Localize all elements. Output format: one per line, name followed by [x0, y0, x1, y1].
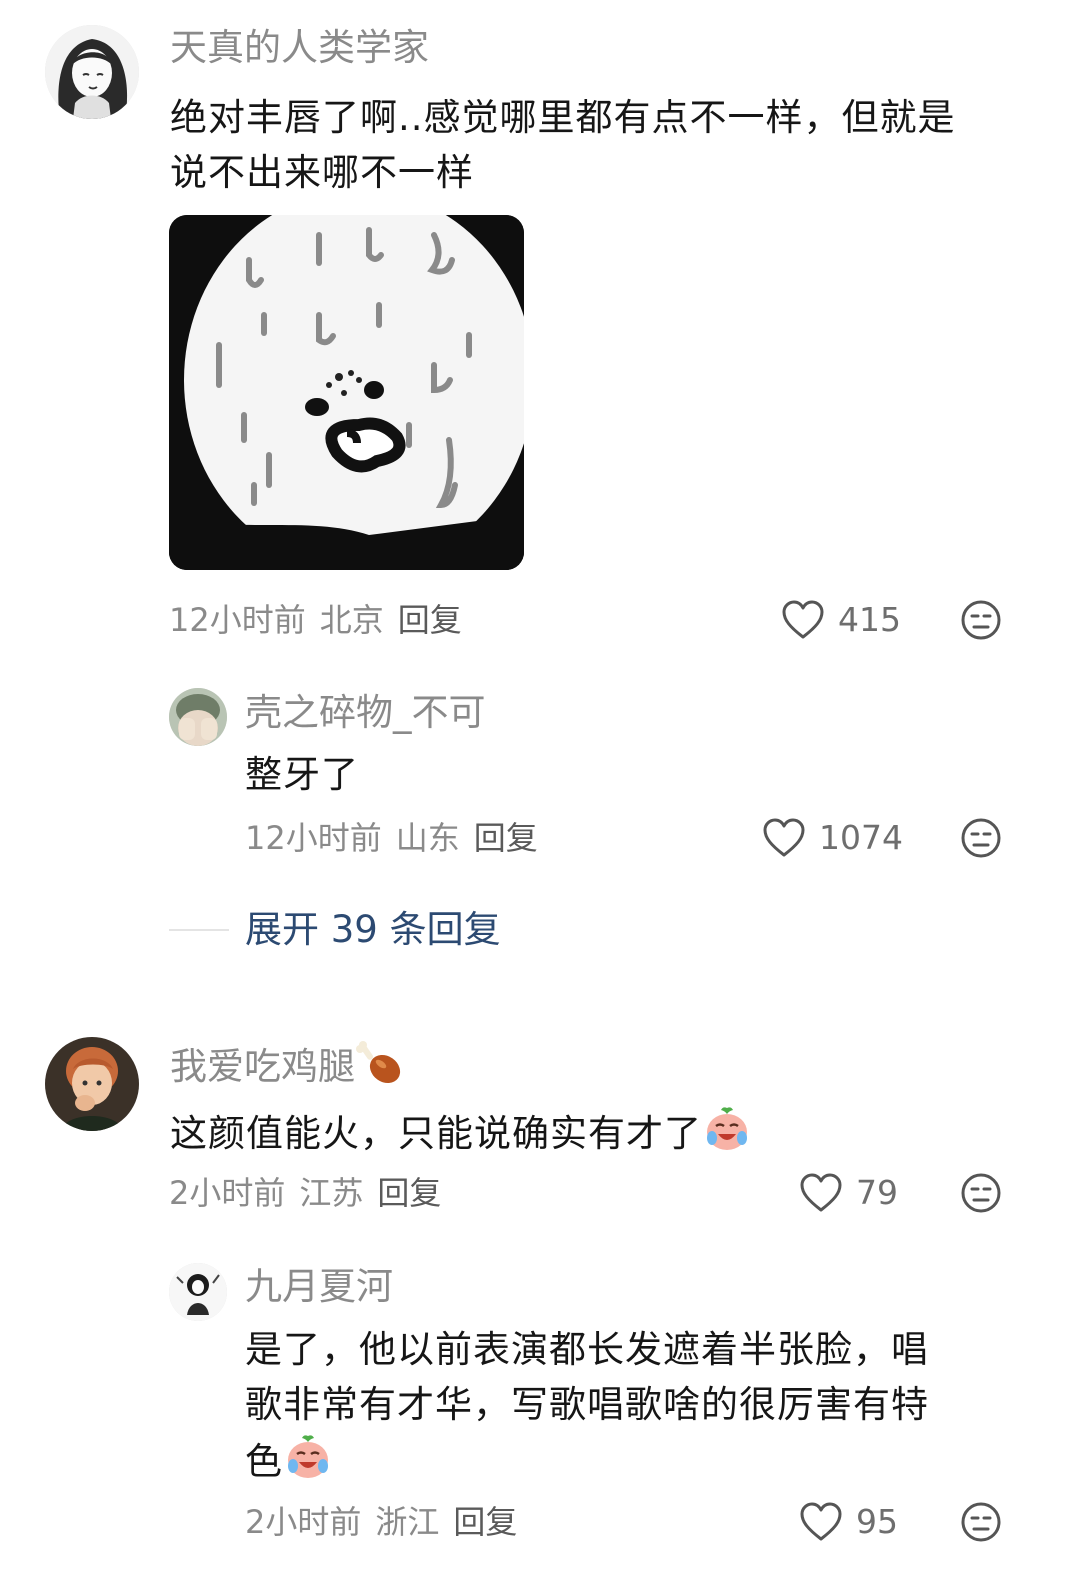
avatar-manga-girl-icon: [45, 25, 139, 119]
dislike-face-icon[interactable]: [960, 1501, 1002, 1543]
avatar[interactable]: [169, 688, 227, 746]
reply-meta: 12小时前 山东 回复: [245, 818, 552, 858]
reply-text-line: 是了，他以前表演都长发遮着半张脸，唱: [245, 1328, 929, 1371]
comment-text-line: 说不出来哪不一样: [170, 151, 474, 194]
like-count: 415: [838, 600, 901, 639]
divider-line: [169, 929, 229, 931]
reply-button[interactable]: 回复: [453, 1503, 517, 1541]
dislike-face-icon[interactable]: [960, 599, 1002, 641]
username[interactable]: 壳之碎物_不可: [245, 690, 486, 736]
reply-button[interactable]: 回复: [474, 819, 538, 857]
comment-text: 这颜值能火，只能说确实有才了: [170, 1104, 752, 1161]
username[interactable]: 我爱吃鸡腿: [170, 1037, 405, 1090]
reply-text-line-wrapper: 色: [245, 1432, 1025, 1489]
comment-text-line: 绝对丰唇了啊..感觉哪里都有点不一样，但就是: [170, 96, 956, 139]
dislike-face-icon[interactable]: [960, 1172, 1002, 1214]
reply-button[interactable]: 回复: [398, 601, 462, 639]
like-button[interactable]: 415: [782, 600, 901, 640]
expand-replies-label: 展开 39 条回复: [245, 908, 501, 951]
like-count: 1074: [819, 818, 903, 857]
timestamp: 12小时前: [169, 601, 306, 639]
username[interactable]: 九月夏河: [245, 1264, 393, 1310]
crying-laughing-peach-icon: [707, 1107, 747, 1150]
comment-text-line: 这颜值能火，只能说确实有才了: [170, 1112, 702, 1155]
reply-text-line: 歌非常有才华，写歌唱歌啥的很厉害有特: [245, 1383, 929, 1426]
avatar[interactable]: [45, 1037, 139, 1131]
reply-meta: 2小时前 浙江 回复: [245, 1502, 531, 1542]
like-button[interactable]: 1074: [763, 818, 903, 858]
avatar[interactable]: [169, 1263, 227, 1321]
expand-replies-button[interactable]: 展开 39 条回复: [169, 905, 501, 955]
avatar-photo-icon: [169, 688, 227, 746]
comment-image[interactable]: [169, 215, 524, 570]
username-text: 我爱吃鸡腿: [170, 1045, 355, 1088]
like-count: 95: [856, 1502, 898, 1541]
comment-meta: 2小时前 江苏 回复: [169, 1173, 455, 1213]
reply-text-line: 色: [245, 1440, 283, 1483]
location: 浙江: [375, 1503, 440, 1541]
like-button[interactable]: 95: [800, 1502, 898, 1542]
crying-laughing-peach-icon: [288, 1435, 328, 1478]
heart-icon: [800, 1173, 842, 1212]
timestamp: 2小时前: [245, 1503, 362, 1541]
location: 山东: [395, 819, 460, 857]
reply-text: 整牙了: [245, 753, 359, 796]
avatar-photo-icon: [45, 1037, 139, 1131]
reply-button[interactable]: 回复: [377, 1174, 441, 1212]
sweating-cartoon-face-meme-icon: [169, 215, 524, 570]
location: 北京: [319, 601, 384, 639]
username[interactable]: 天真的人类学家: [170, 25, 429, 71]
comment-text: 绝对丰唇了啊..感觉哪里都有点不一样，但就是 说不出来哪不一样: [170, 90, 1050, 200]
chicken-leg-icon: [356, 1041, 401, 1084]
avatar-sketch-icon: [169, 1263, 227, 1321]
location: 江苏: [299, 1174, 364, 1212]
dislike-face-icon[interactable]: [960, 817, 1002, 859]
timestamp: 12小时前: [245, 819, 382, 857]
avatar[interactable]: [45, 25, 139, 119]
comment-meta: 12小时前 北京 回复: [169, 600, 476, 640]
heart-icon: [800, 1502, 842, 1541]
like-count: 79: [856, 1173, 898, 1212]
reply-text: 是了，他以前表演都长发遮着半张脸，唱 歌非常有才华，写歌唱歌啥的很厉害有特 色: [245, 1322, 1025, 1489]
timestamp: 2小时前: [169, 1174, 286, 1212]
heart-icon: [782, 600, 824, 639]
heart-icon: [763, 818, 805, 857]
like-button[interactable]: 79: [800, 1173, 898, 1213]
